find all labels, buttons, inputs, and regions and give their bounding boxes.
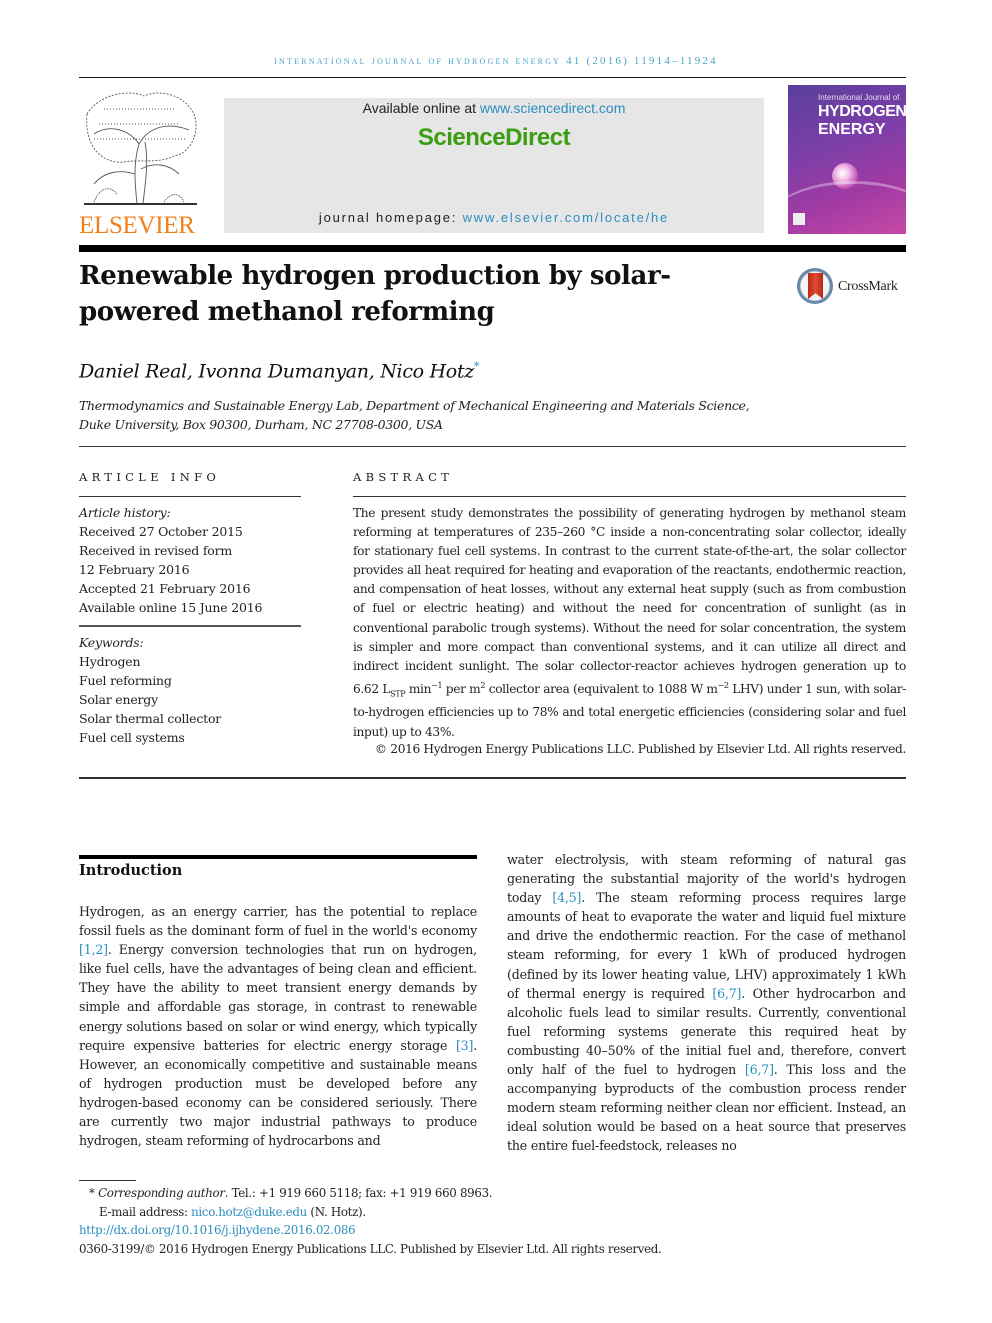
cover-badge-icon	[793, 213, 805, 225]
abstract-heading: ABSTRACT	[353, 470, 454, 484]
citation-link[interactable]: [1,2]	[79, 942, 108, 957]
keyword: Fuel reforming	[79, 673, 172, 688]
corresponding-author-footnote: * Corresponding author. Tel.: +1 919 660…	[89, 1186, 493, 1200]
elsevier-logo-text: ELSEVIER	[79, 212, 195, 239]
history-item: 12 February 2016	[79, 562, 190, 577]
front-matter-rule	[79, 777, 906, 779]
journal-homepage: journal homepage: www.elsevier.com/locat…	[318, 210, 670, 225]
article-title: Renewable hydrogen production by solar-p…	[79, 261, 671, 327]
crossmark-button[interactable]: CrossMark	[797, 268, 909, 310]
history-item: Available online 15 June 2016	[79, 600, 263, 615]
body-column-left: Hydrogen, as an energy carrier, has the …	[79, 904, 477, 1149]
history-label: Article history:	[79, 505, 171, 520]
journal-homepage-link[interactable]: www.elsevier.com/locate/he	[463, 210, 669, 225]
history-item: Received in revised form	[79, 543, 233, 558]
abstract: ABSTRACT The present study demonstrates …	[353, 470, 906, 756]
doi-link[interactable]: http://dx.doi.org/10.1016/j.ijhydene.201…	[79, 1223, 356, 1237]
citation-link[interactable]: [3]	[456, 1038, 473, 1053]
history-item: Received 27 October 2015	[79, 524, 243, 539]
header-rule	[79, 245, 906, 252]
footnote-rule	[79, 1180, 136, 1181]
author-list: Daniel Real, Ivonna Dumanyan, Nico Hotz*	[79, 360, 480, 383]
abstract-text: The present study demonstrates the possi…	[353, 506, 907, 739]
journal-cover-image: International Journal of HYDROGEN ENERGY	[788, 85, 906, 234]
article-info: ARTICLE INFO Article history: Received 2…	[79, 470, 301, 747]
cover-swoosh-graphic	[788, 181, 906, 234]
history-item: Accepted 21 February 2016	[79, 581, 251, 596]
keyword: Fuel cell systems	[79, 730, 185, 745]
affiliation: Thermodynamics and Sustainable Energy La…	[79, 398, 750, 432]
cover-line-3: ENERGY	[818, 121, 886, 138]
citation-link[interactable]: [6,7]	[712, 986, 741, 1001]
keywords-rule	[79, 625, 301, 627]
sciencedirect-link[interactable]: www.sciencedirect.com	[480, 100, 626, 116]
sciencedirect-brand: ScienceDirect	[417, 124, 571, 151]
crossmark-label: CrossMark	[838, 279, 898, 294]
issn-copyright: 0360-3199/© 2016 Hydrogen Energy Publica…	[79, 1241, 662, 1256]
keyword: Solar energy	[79, 692, 158, 707]
cover-line-2: HYDROGEN	[818, 103, 906, 120]
sciencedirect-banner: Available online at www.sciencedirect.co…	[224, 98, 764, 233]
body-column-right: water electrolysis, with steam reforming…	[507, 852, 906, 1154]
corresponding-author-mark[interactable]: *	[474, 360, 480, 373]
keywords-label: Keywords:	[79, 635, 144, 650]
citation-link[interactable]: [4,5]	[552, 890, 581, 905]
email-link[interactable]: nico.hotz@duke.edu	[191, 1205, 307, 1219]
citation-link[interactable]: [6,7]	[745, 1062, 774, 1077]
abstract-rule	[353, 496, 906, 497]
abstract-copyright: © 2016 Hydrogen Energy Publications LLC.…	[374, 741, 906, 756]
footnotes: * Corresponding author. Tel.: +1 919 660…	[79, 1184, 779, 1258]
section-rule	[79, 855, 477, 859]
article-info-rule	[79, 496, 301, 497]
top-rule	[79, 77, 906, 78]
section-heading-introduction: Introduction	[79, 862, 183, 879]
keyword: Hydrogen	[79, 654, 141, 669]
affiliation-rule	[79, 446, 906, 447]
email-footnote: E-mail address: nico.hotz@duke.edu (N. H…	[99, 1204, 366, 1219]
article-info-heading: ARTICLE INFO	[79, 470, 221, 484]
running-head: International Journal of Hydrogen Energy…	[274, 55, 718, 67]
available-online: Available online at www.sciencedirect.co…	[362, 100, 626, 116]
cover-line-1: International Journal of	[818, 93, 900, 102]
keyword: Solar thermal collector	[79, 711, 222, 726]
